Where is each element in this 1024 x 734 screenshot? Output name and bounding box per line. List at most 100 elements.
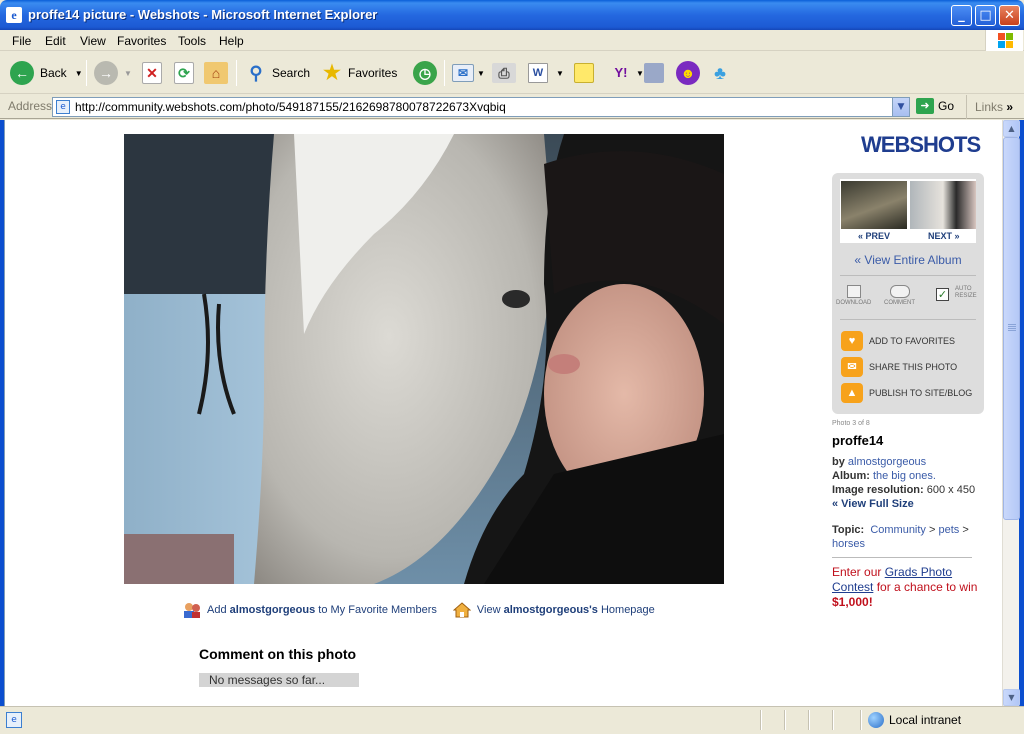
menu-bar: File Edit View Favorites Tools Help bbox=[0, 30, 1024, 51]
menu-edit[interactable]: Edit bbox=[45, 34, 66, 48]
view-prefix: View bbox=[476, 604, 501, 616]
search-button[interactable]: ⚲ Search bbox=[244, 58, 310, 88]
go-label: Go bbox=[938, 99, 955, 113]
topic-separator-2: > bbox=[962, 524, 969, 536]
page-status-icon: e bbox=[6, 712, 22, 728]
messenger-button[interactable]: ☻ bbox=[676, 58, 700, 88]
homepage-icon bbox=[452, 602, 472, 618]
next-link[interactable]: NEXT » bbox=[928, 231, 960, 241]
page-content: Add almostgorgeous to My Favorite Member… bbox=[4, 120, 1002, 706]
webshots-logo[interactable]: WEBSHOTS bbox=[861, 132, 981, 158]
go-arrow-icon: ➜ bbox=[916, 98, 934, 114]
title-bar: e proffe14 picture - Webshots - Microsof… bbox=[0, 0, 1024, 30]
address-input[interactable]: e http://community.webshots.com/photo/54… bbox=[52, 97, 910, 117]
go-button[interactable]: ➜ Go bbox=[916, 98, 954, 114]
photo-info: Photo 3 of 8 proffe14 by almostgorgeous … bbox=[832, 420, 992, 610]
download-label: DOWNLOAD bbox=[836, 300, 872, 306]
photo-meta: by almostgorgeous Album: the big ones. I… bbox=[832, 455, 992, 511]
share-photo-label: SHARE THIS PHOTO bbox=[869, 362, 958, 372]
back-dropdown-icon[interactable]: ▼ bbox=[75, 69, 83, 78]
download-button[interactable]: DOWNLOAD bbox=[836, 285, 871, 306]
menu-file[interactable]: File bbox=[12, 34, 31, 48]
yahoo-button[interactable]: Y! ▼ bbox=[606, 58, 644, 88]
scroll-down-icon[interactable]: ▼ bbox=[1003, 689, 1020, 706]
album-link[interactable]: the big ones. bbox=[873, 470, 936, 482]
menu-tools[interactable]: Tools bbox=[178, 34, 206, 48]
comment-heading: Comment on this photo bbox=[199, 646, 357, 662]
comment-label: COMMENT bbox=[884, 300, 915, 306]
yahoo-dropdown-icon[interactable]: ▼ bbox=[636, 69, 644, 78]
address-url[interactable]: http://community.webshots.com/photo/5491… bbox=[75, 100, 506, 114]
resolution-value: 600 x 450 bbox=[926, 484, 976, 496]
add-member-link[interactable]: almostgorgeous bbox=[230, 604, 316, 616]
forward-dropdown-icon[interactable]: ▼ bbox=[124, 69, 132, 78]
menu-view[interactable]: View bbox=[80, 34, 106, 48]
view-homepage-link[interactable]: Homepage bbox=[601, 604, 655, 616]
yahoo-messenger-icon: ☻ bbox=[676, 61, 700, 85]
maximize-button[interactable]: □ bbox=[975, 5, 996, 26]
forward-button[interactable]: → ▼ bbox=[94, 58, 132, 88]
by-label: by bbox=[832, 456, 845, 468]
address-dropdown-icon[interactable]: ▼ bbox=[892, 98, 909, 116]
add-suffix-link[interactable]: to My Favorite Members bbox=[318, 604, 437, 616]
stop-button[interactable]: ✕ bbox=[142, 58, 162, 88]
prev-thumbnail[interactable] bbox=[841, 181, 907, 229]
menu-favorites[interactable]: Favorites bbox=[117, 34, 166, 48]
topic-line: Topic: Community > pets > horses bbox=[832, 523, 992, 551]
topic-community-link[interactable]: Community bbox=[870, 524, 926, 536]
word-icon: W bbox=[528, 63, 548, 83]
mail-dropdown-icon[interactable]: ▼ bbox=[477, 69, 485, 78]
auto-resize-label: AUTO RESIZE bbox=[955, 286, 977, 300]
minimize-button[interactable]: _ bbox=[951, 5, 972, 26]
share-photo-button[interactable]: ✉ SHARE THIS PHOTO bbox=[841, 357, 957, 377]
edit-button[interactable]: W ▼ bbox=[528, 58, 564, 88]
scroll-thumb[interactable] bbox=[1003, 137, 1020, 520]
refresh-button[interactable]: ⟳ bbox=[174, 58, 194, 88]
back-button[interactable]: ← Back ▼ bbox=[10, 58, 83, 88]
heart-icon: ♥ bbox=[841, 331, 863, 351]
refresh-icon: ⟳ bbox=[174, 62, 194, 84]
favorites-button[interactable]: ★ Favorites bbox=[320, 58, 397, 88]
comment-button[interactable]: COMMENT bbox=[884, 285, 915, 306]
close-button[interactable]: ✕ bbox=[999, 5, 1020, 26]
topic-horses-link[interactable]: horses bbox=[832, 538, 865, 550]
no-messages-text: No messages so far... bbox=[199, 673, 359, 687]
print-button[interactable]: ⎙ bbox=[492, 58, 516, 88]
comment-bubble-icon bbox=[889, 285, 910, 298]
vertical-scrollbar[interactable]: ▲ ▼ bbox=[1002, 120, 1020, 706]
links-button[interactable]: Links » bbox=[966, 95, 1013, 119]
scroll-up-icon[interactable]: ▲ bbox=[1003, 120, 1020, 137]
home-button[interactable]: ⌂ bbox=[204, 58, 228, 88]
main-photo[interactable] bbox=[124, 134, 724, 584]
photo-tools-panel: « PREV NEXT » « View Entire Album DOWNLO… bbox=[832, 173, 984, 414]
back-label: Back bbox=[40, 66, 67, 80]
window-title: proffe14 picture - Webshots - Microsoft … bbox=[28, 7, 378, 22]
divider bbox=[832, 557, 972, 558]
topic-label: Topic: bbox=[832, 524, 865, 536]
next-thumbnail[interactable] bbox=[910, 181, 976, 229]
prev-link[interactable]: « PREV bbox=[858, 231, 890, 241]
publish-label: PUBLISH TO SITE/BLOG bbox=[869, 388, 973, 398]
topic-pets-link[interactable]: pets bbox=[939, 524, 960, 536]
mail-button[interactable]: ✉ ▼ bbox=[452, 58, 485, 88]
author-link[interactable]: almostgorgeous bbox=[848, 456, 926, 468]
search-label: Search bbox=[272, 66, 311, 80]
publish-button[interactable]: ▲ PUBLISH TO SITE/BLOG bbox=[841, 383, 972, 403]
history-button[interactable]: ◷ bbox=[413, 58, 437, 88]
research-button[interactable] bbox=[644, 58, 664, 88]
view-member-link[interactable]: almostgorgeous's bbox=[504, 604, 598, 616]
edit-dropdown-icon[interactable]: ▼ bbox=[556, 69, 564, 78]
auto-resize-checkbox[interactable]: ✓ bbox=[936, 288, 949, 301]
msn-button[interactable]: ♣ bbox=[708, 58, 732, 88]
view-full-size-link[interactable]: « View Full Size bbox=[832, 497, 992, 511]
promo-prefix: Enter our bbox=[832, 565, 882, 579]
add-to-favorites-button[interactable]: ♥ ADD TO FAVORITES bbox=[841, 331, 955, 351]
add-members-icon bbox=[183, 602, 201, 618]
links-label: Links bbox=[975, 100, 1004, 114]
menu-help[interactable]: Help bbox=[219, 34, 244, 48]
discuss-button[interactable] bbox=[574, 58, 594, 88]
favorites-label: Favorites bbox=[348, 66, 398, 80]
album-label: Album: bbox=[832, 470, 870, 482]
mail-icon: ✉ bbox=[452, 64, 474, 82]
view-album-link[interactable]: « View Entire Album bbox=[832, 253, 984, 267]
